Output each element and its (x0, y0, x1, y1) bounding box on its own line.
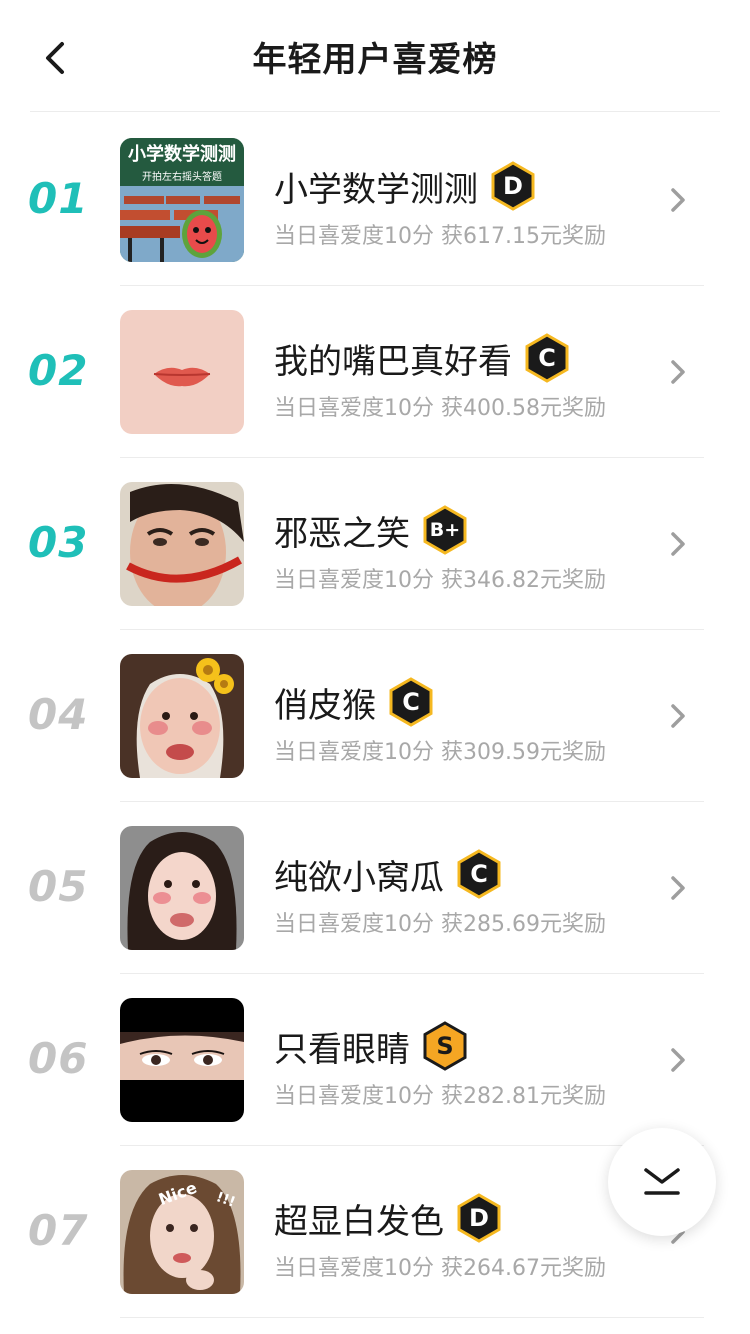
rank-number: 05 (28, 862, 89, 911)
effect-thumbnail (120, 826, 244, 950)
reward-text: 当日喜爱度10分 获400.58元奖励 (274, 396, 606, 421)
list-item[interactable]: 01 小学数学测测 开拍左右摇头答题 小学数学测测 D 当日喜爱度10分 获61… (0, 114, 750, 286)
reward-text: 当日喜爱度10分 获282.81元奖励 (274, 1084, 606, 1109)
list-item[interactable]: 05 纯欲小窝瓜 C 当日喜爱度10分 获285.69元奖励 (0, 802, 750, 974)
item-info: 纯欲小窝瓜 C 当日喜爱度10分 获285.69元奖励 (274, 848, 654, 938)
grade-badge: C (456, 849, 502, 899)
effect-thumbnail (120, 998, 244, 1122)
header: 年轻用户喜爱榜 (0, 0, 750, 112)
list-item[interactable]: 02 我的嘴巴真好看 C 当日喜爱度10分 获400.58元奖励 (0, 286, 750, 458)
effect-thumbnail: Nice !!! (120, 1170, 244, 1294)
effect-name: 超显白发色 (274, 1201, 444, 1242)
grade-label: D (503, 172, 523, 200)
item-info: 只看眼睛 S 当日喜爱度10分 获282.81元奖励 (274, 1020, 654, 1110)
grade-label: C (402, 688, 420, 716)
chevron-right-icon (671, 360, 685, 384)
thumbnail-title: 小学数学测测 (128, 144, 236, 165)
grade-label: C (470, 860, 488, 888)
grade-badge: C (388, 677, 434, 727)
item-info: 俏皮猴 C 当日喜爱度10分 获309.59元奖励 (274, 676, 654, 766)
grade-badge: B+ (422, 505, 468, 555)
effect-name: 我的嘴巴真好看 (274, 341, 512, 382)
effect-thumbnail (120, 310, 244, 434)
item-info: 我的嘴巴真好看 C 当日喜爱度10分 获400.58元奖励 (274, 332, 654, 422)
rank-number: 04 (28, 690, 89, 739)
page-title: 年轻用户喜爱榜 (252, 40, 498, 80)
effect-name: 俏皮猴 (274, 685, 376, 726)
effect-thumbnail: 小学数学测测 开拍左右摇头答题 (120, 138, 244, 262)
collapse-fab-button[interactable] (608, 1128, 716, 1236)
grade-label: C (538, 344, 556, 372)
effect-name: 邪恶之笑 (274, 513, 410, 554)
grade-label: B+ (429, 519, 461, 541)
reward-text: 当日喜爱度10分 获285.69元奖励 (274, 912, 606, 937)
item-info: 超显白发色 D 当日喜爱度10分 获264.67元奖励 (274, 1192, 654, 1282)
reward-text: 当日喜爱度10分 获346.82元奖励 (274, 568, 606, 593)
rank-number: 01 (28, 174, 89, 223)
rank-number: 06 (28, 1034, 89, 1083)
effect-name: 只看眼睛 (274, 1029, 410, 1070)
chevron-right-icon (671, 1048, 685, 1072)
grade-badge: D (456, 1193, 502, 1243)
effect-thumbnail (120, 482, 244, 606)
list-item[interactable]: 03 邪恶之笑 B+ 当日喜爱度10分 获346.82元奖励 (0, 458, 750, 630)
reward-text: 当日喜爱度10分 获264.67元奖励 (274, 1256, 606, 1281)
reward-text: 当日喜爱度10分 获309.59元奖励 (274, 740, 606, 765)
chevron-right-icon (671, 704, 685, 728)
collapse-down-icon (644, 1168, 680, 1195)
effect-name: 小学数学测测 (274, 169, 478, 210)
effect-name: 纯欲小窝瓜 (274, 857, 444, 898)
header-divider (30, 111, 720, 112)
list-item[interactable]: 04 俏皮猴 C 当日喜爱度10分 获309.59元奖励 (0, 630, 750, 802)
grade-label: D (469, 1204, 489, 1232)
grade-badge: C (524, 333, 570, 383)
thumbnail-subtitle: 开拍左右摇头答题 (142, 172, 222, 183)
rank-number: 02 (28, 346, 89, 395)
chevron-right-icon (671, 532, 685, 556)
grade-label: S (436, 1032, 454, 1060)
chevron-right-icon (671, 188, 685, 212)
chevron-right-icon (671, 876, 685, 900)
item-info: 邪恶之笑 B+ 当日喜爱度10分 获346.82元奖励 (274, 504, 654, 594)
reward-text: 当日喜爱度10分 获617.15元奖励 (274, 224, 606, 249)
list-item[interactable]: 06 只看眼睛 S 当日喜爱度10分 获282.81元奖励 (0, 974, 750, 1146)
row-divider (120, 1317, 704, 1318)
grade-badge: S (422, 1021, 468, 1071)
grade-badge: D (490, 161, 536, 211)
item-info: 小学数学测测 D 当日喜爱度10分 获617.15元奖励 (274, 160, 654, 250)
rank-number: 07 (28, 1206, 89, 1255)
effect-thumbnail (120, 654, 244, 778)
rank-number: 03 (28, 518, 89, 567)
